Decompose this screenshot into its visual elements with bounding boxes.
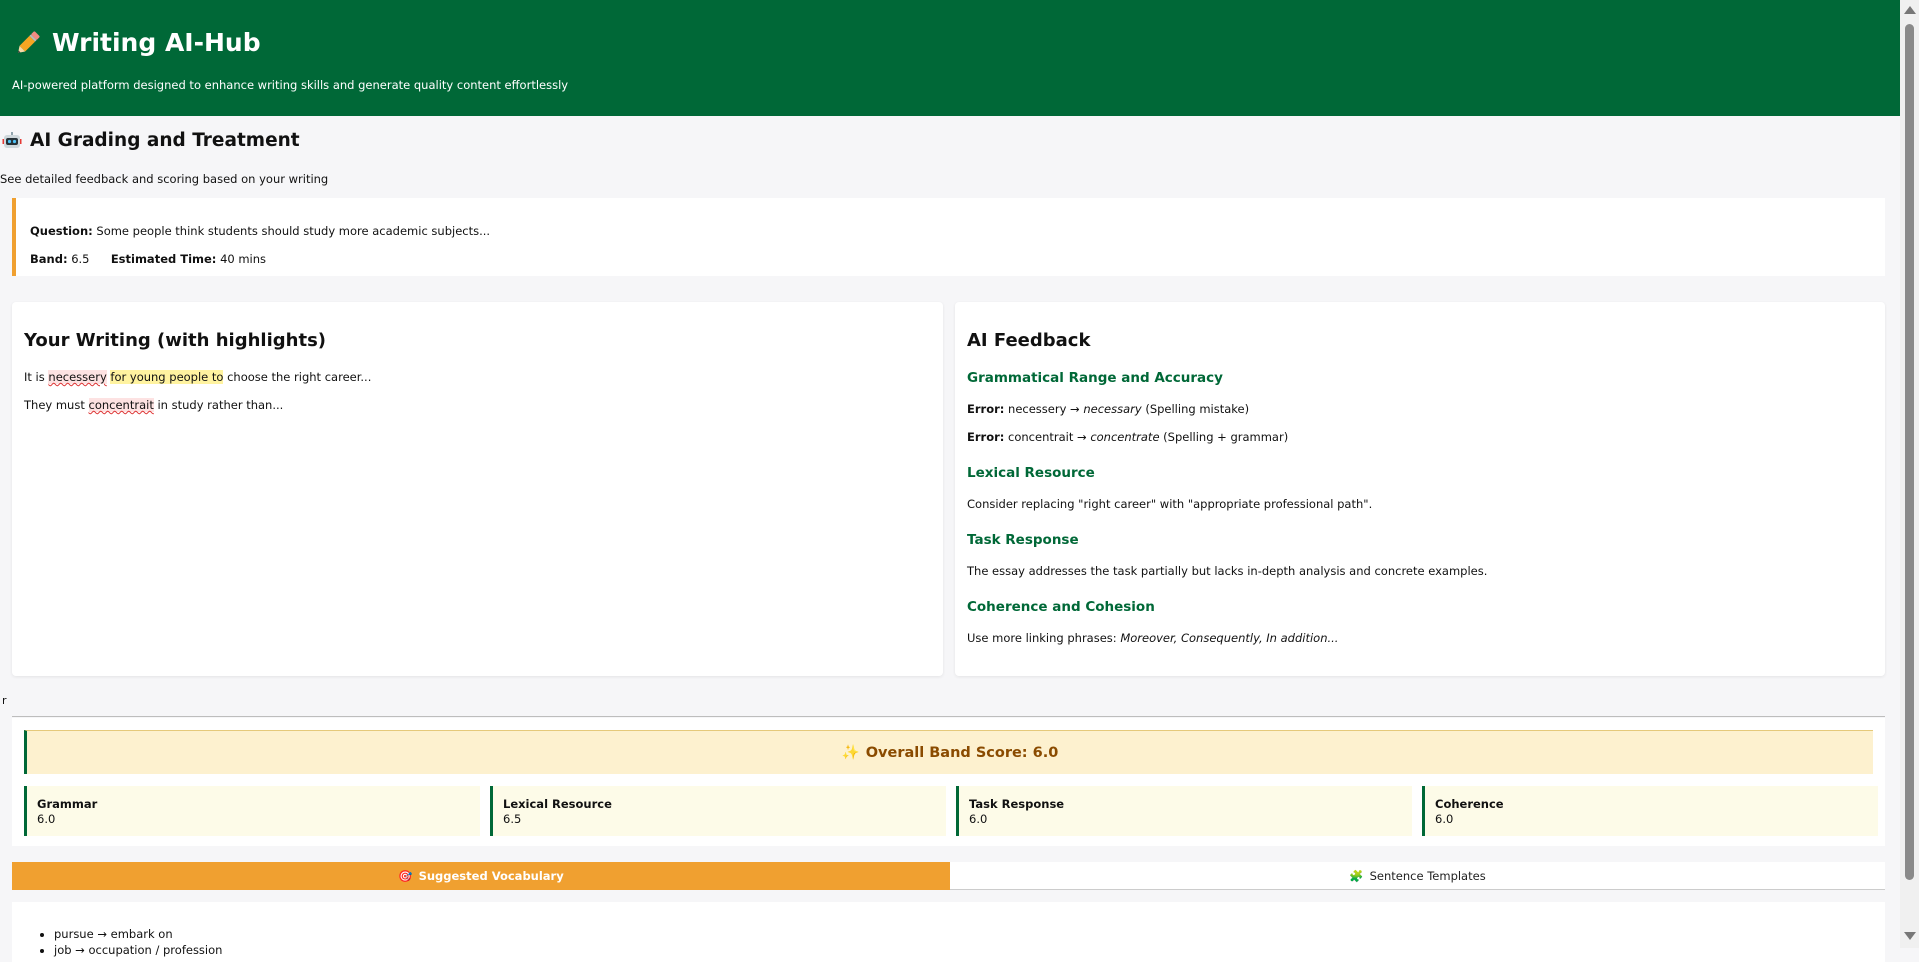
error-label: Error:: [967, 402, 1005, 416]
app-header: Writing AI-Hub AI-powered platform desig…: [0, 0, 1900, 116]
question-box: Question: Some people think students sho…: [12, 198, 1885, 276]
section-title-text: AI Grading and Treatment: [30, 130, 300, 151]
section-title: AI Grading and Treatment: [2, 130, 300, 151]
criterion-name: Coherence: [1435, 797, 1504, 811]
grammar-heading: Grammatical Range and Accuracy: [967, 370, 1223, 386]
writing-text: in study rather than...: [153, 398, 284, 412]
error-wrong: necessery: [1008, 402, 1067, 416]
vertical-scrollbar[interactable]: [1900, 0, 1919, 948]
coherence-heading: Coherence and Cohesion: [967, 599, 1155, 615]
error-note: (Spelling + grammar): [1163, 430, 1289, 444]
arrow-icon: →: [1070, 402, 1080, 416]
error-wrong: concentrait: [1008, 430, 1074, 444]
overall-band-label: Overall Band Score: 6.0: [865, 744, 1059, 761]
band-line: Band: 6.5 Estimated Time: 40 mins: [30, 252, 266, 266]
lexical-heading: Lexical Resource: [967, 465, 1095, 481]
tab-label: Suggested Vocabulary: [418, 869, 564, 883]
error-correction: necessary: [1083, 402, 1142, 416]
tab-suggested-vocabulary[interactable]: 🎯 Suggested Vocabulary: [12, 862, 950, 890]
writing-text: They must: [24, 398, 89, 412]
criterion-name: Grammar: [37, 797, 98, 811]
criterion-coherence: Coherence 6.0: [1422, 786, 1878, 836]
writing-card: Your Writing (with highlights) It is nec…: [12, 302, 943, 676]
time-label: Estimated Time:: [110, 252, 217, 266]
grammar-error-item: Error: concentrait → concentrate (Spelli…: [967, 430, 1288, 444]
criterion-grammar: Grammar 6.0: [24, 786, 480, 836]
linking-phrases: Moreover, Consequently, In addition...: [1120, 631, 1339, 645]
writing-text: choose the right career...: [223, 370, 372, 384]
puzzle-icon: 🧩: [1349, 868, 1364, 883]
divider: [12, 716, 1885, 717]
question-label: Question:: [30, 224, 93, 238]
task-text: The essay addresses the task partially b…: [967, 564, 1488, 578]
vocabulary-list: pursue → embark on job → occupation / pr…: [12, 926, 222, 958]
feedback-card: AI Feedback Grammatical Range and Accura…: [955, 302, 1885, 676]
band-label: Band:: [30, 252, 68, 266]
writing-line-2: They must concentrait in study rather th…: [24, 398, 283, 412]
tab-sentence-templates[interactable]: 🧩 Sentence Templates: [950, 862, 1885, 890]
app-subtitle: AI-powered platform designed to enhance …: [12, 78, 569, 92]
target-icon: 🎯: [398, 869, 413, 883]
robot-icon: [2, 131, 22, 148]
error-label: Error:: [967, 430, 1005, 444]
grammar-error-item: Error: necessery → necessary (Spelling m…: [967, 402, 1249, 416]
spelling-error-highlight[interactable]: concentrait: [88, 398, 154, 412]
criterion-score: 6.0: [1435, 812, 1454, 826]
coherence-text: Use more linking phrases: Moreover, Cons…: [967, 631, 1338, 645]
overall-band-score: ✨ Overall Band Score: 6.0: [24, 730, 1873, 774]
criterion-score: 6.0: [37, 812, 56, 826]
question-line: Question: Some people think students sho…: [30, 224, 490, 238]
sparkles-icon: ✨: [841, 745, 860, 761]
writing-text: It is: [24, 370, 49, 384]
vocabulary-panel: pursue → embark on job → occupation / pr…: [12, 902, 1885, 962]
score-panel: ✨ Overall Band Score: 6.0 Grammar 6.0 Le…: [12, 718, 1885, 846]
feedback-title: AI Feedback: [967, 330, 1091, 351]
error-correction: concentrate: [1090, 430, 1160, 444]
scroll-up-arrow-icon[interactable]: [1904, 6, 1916, 14]
criterion-task: Task Response 6.0: [956, 786, 1412, 836]
spelling-error-highlight[interactable]: necessery: [48, 370, 107, 384]
list-item: job → occupation / profession: [54, 942, 222, 958]
criterion-name: Task Response: [969, 797, 1065, 811]
writing-line-1: It is necessery for young people to choo…: [24, 370, 371, 384]
criterion-name: Lexical Resource: [503, 797, 612, 811]
criterion-score: 6.0: [969, 812, 988, 826]
tab-label: Sentence Templates: [1369, 868, 1486, 883]
arrow-icon: →: [1077, 430, 1087, 444]
phrase-highlight[interactable]: for young people to: [110, 370, 224, 384]
list-item: pursue → embark on: [54, 926, 222, 942]
scroll-down-arrow-icon[interactable]: [1904, 932, 1916, 940]
criterion-score: 6.5: [503, 812, 522, 826]
section-subtitle: See detailed feedback and scoring based …: [0, 172, 329, 186]
question-text: Some people think students should study …: [96, 224, 491, 238]
pencil-icon: [18, 30, 40, 53]
band-value: 6.5: [71, 252, 90, 266]
scrollbar-thumb[interactable]: [1905, 24, 1914, 880]
criterion-lexical: Lexical Resource 6.5: [490, 786, 946, 836]
error-note: (Spelling mistake): [1145, 402, 1250, 416]
coherence-text-lead: Use more linking phrases:: [967, 631, 1121, 645]
app-title-text: Writing AI-Hub: [52, 28, 261, 57]
writing-title: Your Writing (with highlights): [24, 330, 327, 351]
task-heading: Task Response: [967, 532, 1079, 548]
time-value: 40 mins: [220, 252, 267, 266]
stray-text: r: [2, 694, 7, 707]
lexical-text: Consider replacing "right career" with "…: [967, 497, 1373, 511]
app-title: Writing AI-Hub: [14, 28, 261, 57]
